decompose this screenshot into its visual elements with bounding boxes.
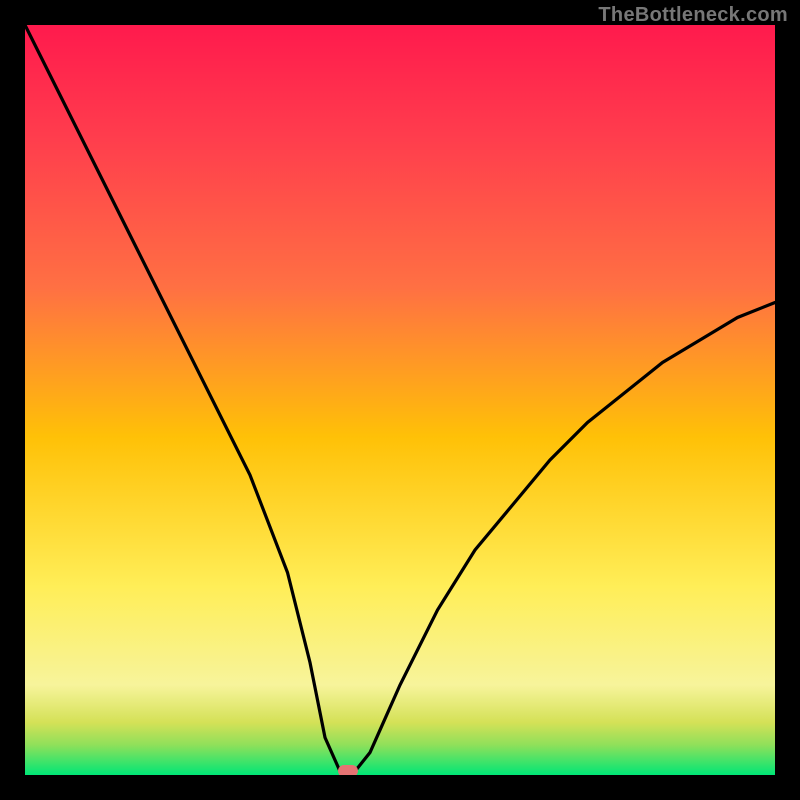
watermark-text: TheBottleneck.com [598, 4, 788, 27]
optimal-marker [338, 765, 358, 775]
chart-frame: TheBottleneck.com [0, 0, 800, 800]
plot-area [25, 25, 775, 775]
bottleneck-curve [25, 25, 775, 775]
